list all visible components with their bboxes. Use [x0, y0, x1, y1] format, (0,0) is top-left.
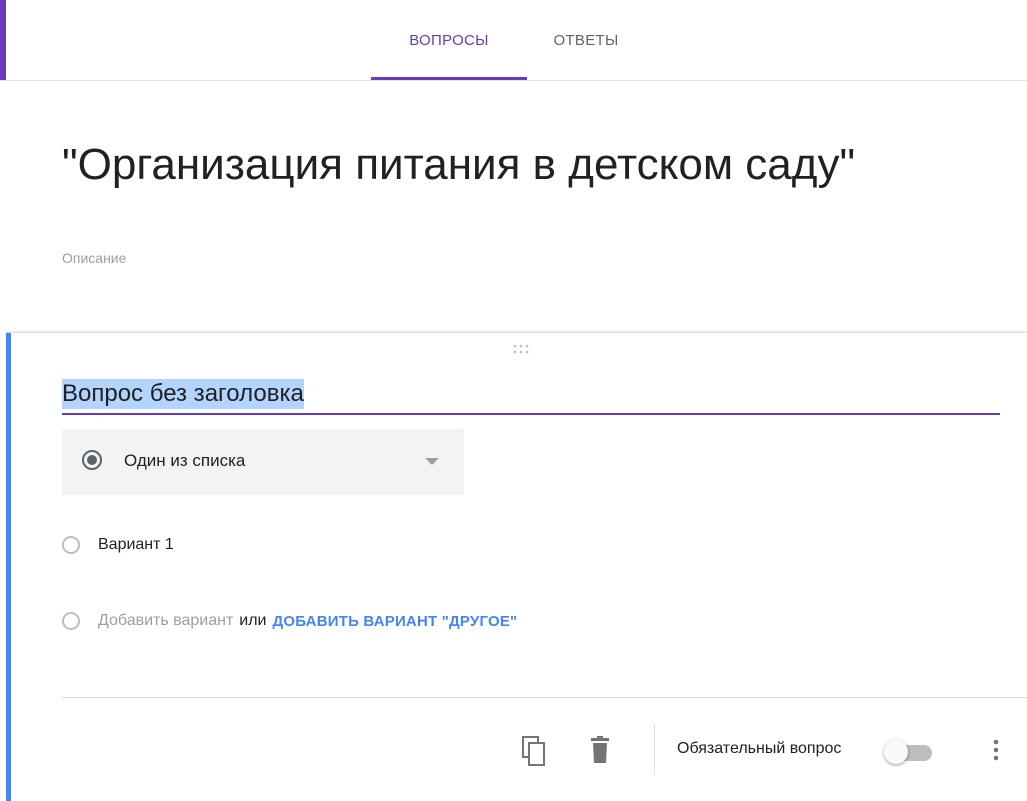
add-other-option-button[interactable]: ДОБАВИТЬ ВАРИАНТ "ДРУГОЕ": [273, 613, 518, 630]
question-card[interactable]: Вопрос без заголовка Один из списка Вари…: [6, 332, 1027, 801]
question-title-field[interactable]: Вопрос без заголовка: [62, 377, 1000, 415]
add-option-button[interactable]: Добавить вариант: [98, 612, 233, 630]
form-title[interactable]: "Организация питания в детском саду": [62, 140, 855, 190]
form-description-field[interactable]: Описание: [62, 250, 126, 266]
radio-unchecked-icon: [62, 612, 80, 630]
tab-answers[interactable]: ОТВЕТЫ: [530, 0, 642, 80]
or-label: или: [239, 612, 267, 629]
drag-handle-icon[interactable]: [510, 343, 532, 357]
required-toggle[interactable]: [884, 739, 936, 765]
more-vert-icon[interactable]: [988, 733, 1004, 767]
option-label[interactable]: Вариант 1: [98, 536, 174, 554]
radio-checked-icon: [82, 450, 102, 470]
question-type-label: Один из списка: [124, 451, 246, 470]
add-option-row: Добавить вариант или ДОБАВИТЬ ВАРИАНТ "Д…: [62, 609, 517, 633]
footer-separator: [654, 723, 655, 775]
left-accent-bar: [0, 0, 6, 80]
toggle-knob: [884, 740, 908, 764]
question-title-text: Вопрос без заголовка: [62, 379, 304, 409]
tabs-bar: ВОПРОСЫ ОТВЕТЫ: [0, 0, 1027, 81]
required-label: Обязательный вопрос: [677, 740, 842, 757]
option-row[interactable]: Вариант 1: [62, 533, 174, 557]
copy-icon[interactable]: [520, 733, 550, 767]
card-footer-divider: [62, 697, 1027, 698]
active-card-indicator: [6, 333, 11, 801]
tab-questions[interactable]: ВОПРОСЫ: [371, 0, 527, 80]
delete-icon[interactable]: [586, 733, 616, 767]
question-type-dropdown[interactable]: Один из списка: [62, 429, 464, 495]
chevron-down-icon: [425, 458, 439, 465]
radio-unchecked-icon: [62, 536, 80, 554]
active-tab-indicator: [371, 77, 527, 80]
